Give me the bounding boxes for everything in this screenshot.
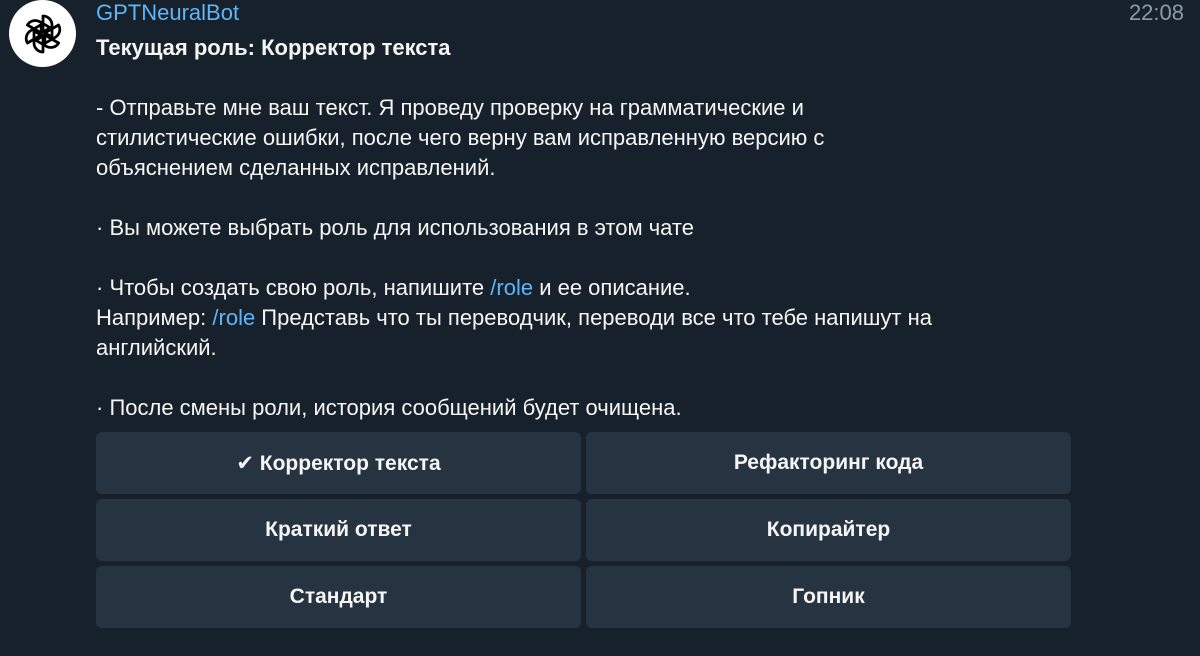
message-paragraph-3: · Чтобы создать свою роль, напишите /rol… bbox=[96, 273, 1096, 363]
message-text: Текущая роль: Корректор текста - Отправь… bbox=[96, 33, 1096, 423]
sender-name[interactable]: GPTNeuralBot bbox=[96, 0, 239, 26]
role-button-gopnik[interactable]: Гопник bbox=[586, 566, 1071, 628]
text-segment: · Чтобы создать свою роль, напишите bbox=[96, 275, 491, 300]
text-segment: Например: bbox=[96, 305, 213, 330]
avatar[interactable] bbox=[9, 0, 76, 67]
message-title: Текущая роль: Корректор текста bbox=[96, 35, 451, 60]
role-button-code-refactoring[interactable]: Рефакторинг кода bbox=[586, 432, 1071, 494]
inline-keyboard: ✔ Корректор текста Рефакторинг кода Крат… bbox=[96, 432, 1071, 628]
role-command-link[interactable]: /role bbox=[490, 275, 533, 300]
role-button-short-answer[interactable]: Краткий ответ bbox=[96, 499, 581, 561]
role-button-proofreader[interactable]: ✔ Корректор текста bbox=[96, 432, 581, 494]
role-button-standard[interactable]: Стандарт bbox=[96, 566, 581, 628]
role-command-link[interactable]: /role bbox=[212, 305, 255, 330]
message-paragraph-4: · После смены роли, история сообщений бу… bbox=[96, 395, 682, 420]
message-paragraph-2: · Вы можете выбрать роль для использован… bbox=[96, 215, 694, 240]
role-button-copywriter[interactable]: Копирайтер bbox=[586, 499, 1071, 561]
message-paragraph-1: - Отправьте мне ваш текст. Я проведу про… bbox=[96, 95, 825, 180]
message-time: 22:08 bbox=[1128, 0, 1184, 25]
openai-logo-icon bbox=[24, 14, 61, 53]
text-segment: и ее описание. bbox=[533, 275, 691, 300]
